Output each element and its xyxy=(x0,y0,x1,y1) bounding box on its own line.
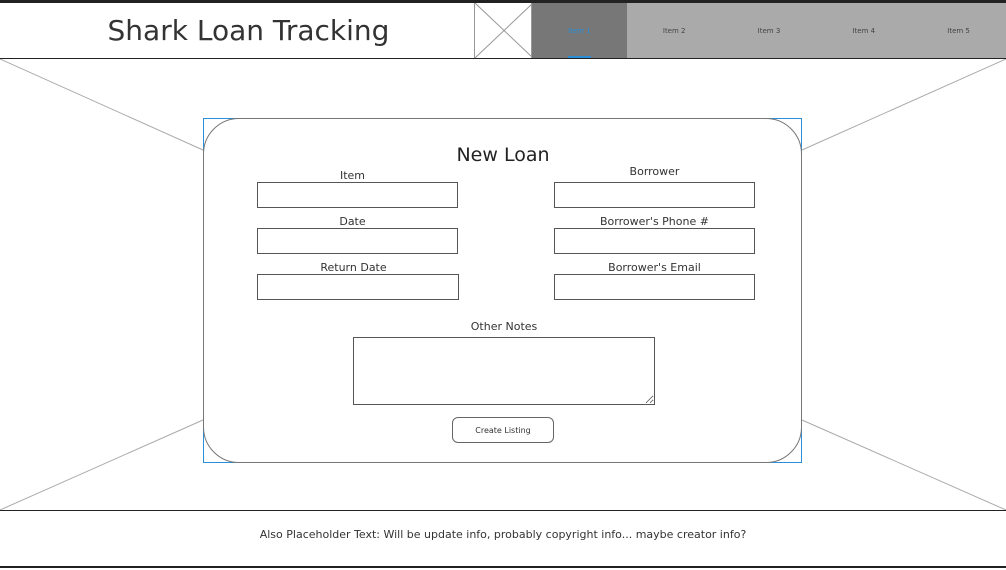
nav-item-label: Item 4 xyxy=(852,26,876,35)
nav-item-label: Item 2 xyxy=(662,26,686,35)
nav-item-label: Item 1 xyxy=(568,26,591,35)
borrower-phone-label: Borrower's Phone # xyxy=(600,215,709,228)
borrower-phone-input[interactable] xyxy=(554,228,755,254)
nav-item-5[interactable]: Item 5 xyxy=(911,3,1006,58)
nav-item-label: Item 3 xyxy=(757,26,781,35)
main-nav: Item 1 Item 2 Item 3 Item 4 Item 5 xyxy=(532,3,1006,58)
footer-text: Also Placeholder Text: Will be update in… xyxy=(259,528,747,541)
nav-item-3[interactable]: Item 3 xyxy=(722,3,817,58)
page: Shark Loan Tracking Item 1 Item 2 Item 3… xyxy=(0,0,1006,570)
nav-item-4[interactable]: Item 4 xyxy=(816,3,911,58)
site-footer: Also Placeholder Text: Will be update in… xyxy=(0,510,1006,568)
return-date-label: Return Date xyxy=(320,261,387,274)
nav-item-2[interactable]: Item 2 xyxy=(627,3,722,58)
form-title: New Loan xyxy=(456,144,550,166)
site-header: Shark Loan Tracking Item 1 Item 2 Item 3… xyxy=(0,0,1006,59)
return-date-input[interactable] xyxy=(257,274,459,300)
item-label: Item xyxy=(339,169,366,182)
borrower-email-input[interactable] xyxy=(554,274,755,300)
item-input[interactable] xyxy=(257,182,458,208)
site-title: Shark Loan Tracking xyxy=(107,14,390,47)
borrower-email-label: Borrower's Email xyxy=(608,261,701,274)
borrower-label: Borrower xyxy=(629,165,680,178)
other-notes-label: Other Notes xyxy=(470,320,538,333)
nav-item-1[interactable]: Item 1 xyxy=(532,3,627,58)
date-input[interactable] xyxy=(257,228,458,254)
nav-item-label: Item 5 xyxy=(947,26,970,35)
other-notes-textarea[interactable] xyxy=(353,337,655,405)
image-placeholder-icon xyxy=(474,3,533,58)
create-listing-button[interactable]: Create Listing xyxy=(452,417,554,443)
date-label: Date xyxy=(339,215,366,228)
borrower-input[interactable] xyxy=(554,182,755,208)
